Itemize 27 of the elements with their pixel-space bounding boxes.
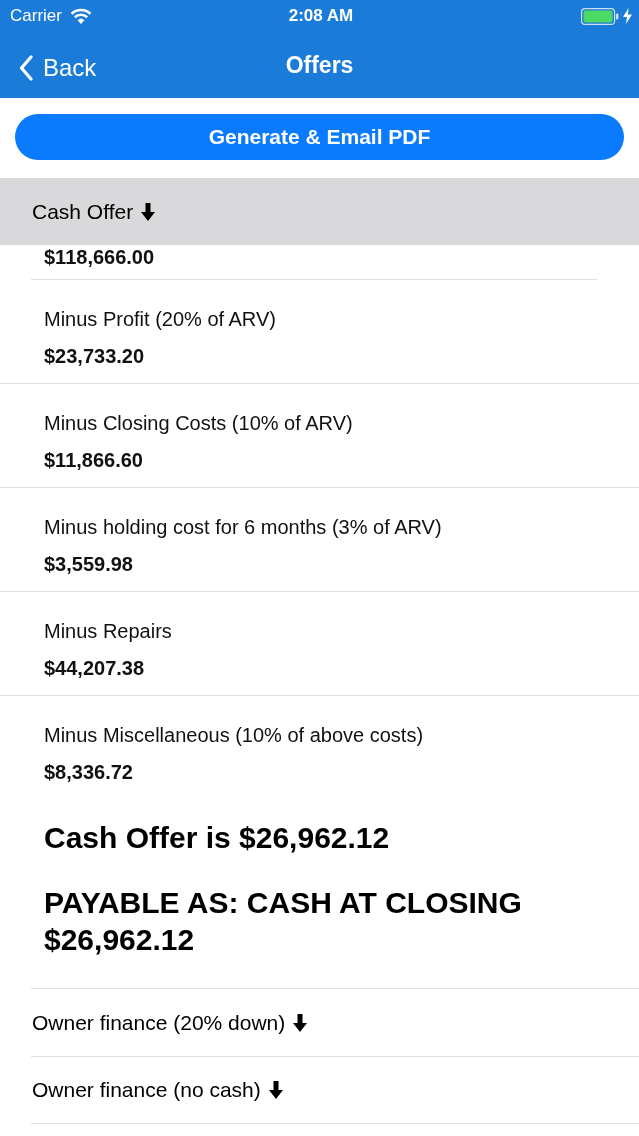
arrow-down-icon bbox=[268, 1081, 283, 1099]
back-button[interactable]: Back bbox=[19, 54, 97, 82]
row-value: $8,336.72 bbox=[44, 760, 133, 784]
row-label: Minus Closing Costs (10% of ARV) bbox=[44, 411, 353, 435]
row-label: Minus Repairs bbox=[44, 619, 172, 643]
section-header[interactable]: Owner finance (no cash) bbox=[31, 1056, 639, 1124]
arrow-down-icon bbox=[293, 1013, 308, 1032]
summary-text: PAYABLE AS: CASH AT CLOSING $26,962.12 bbox=[44, 885, 523, 958]
summary-text: Cash Offer is $26,962.12 bbox=[44, 820, 391, 856]
row-value: $118,666.00 bbox=[44, 245, 155, 269]
section-header[interactable]: Cash Offer bbox=[0, 178, 639, 245]
wifi-icon bbox=[69, 8, 92, 24]
screen-title: Offers bbox=[285, 51, 354, 79]
back-label: Back bbox=[43, 54, 97, 82]
clock-label: 2:08 AM bbox=[288, 6, 354, 26]
row-value: $23,733.20 bbox=[44, 344, 145, 368]
row-label: Minus Miscellaneous (10% of above costs) bbox=[44, 723, 424, 747]
chevron-left-icon bbox=[19, 55, 33, 81]
row-label: Minus holding cost for 6 months (3% of ARV) bbox=[44, 515, 442, 539]
arrow-down-icon bbox=[141, 202, 156, 221]
row-label: Minus Profit (20% of ARV) bbox=[44, 307, 276, 331]
battery-icon bbox=[581, 7, 619, 25]
row-value: $11,866.60 bbox=[44, 448, 143, 472]
row-value: $3,559.98 bbox=[44, 552, 133, 576]
carrier-label: Carrier bbox=[10, 6, 62, 26]
row-value: $44,207.38 bbox=[44, 656, 145, 680]
generate-email-button[interactable]: Generate & Email PDF bbox=[15, 114, 624, 160]
